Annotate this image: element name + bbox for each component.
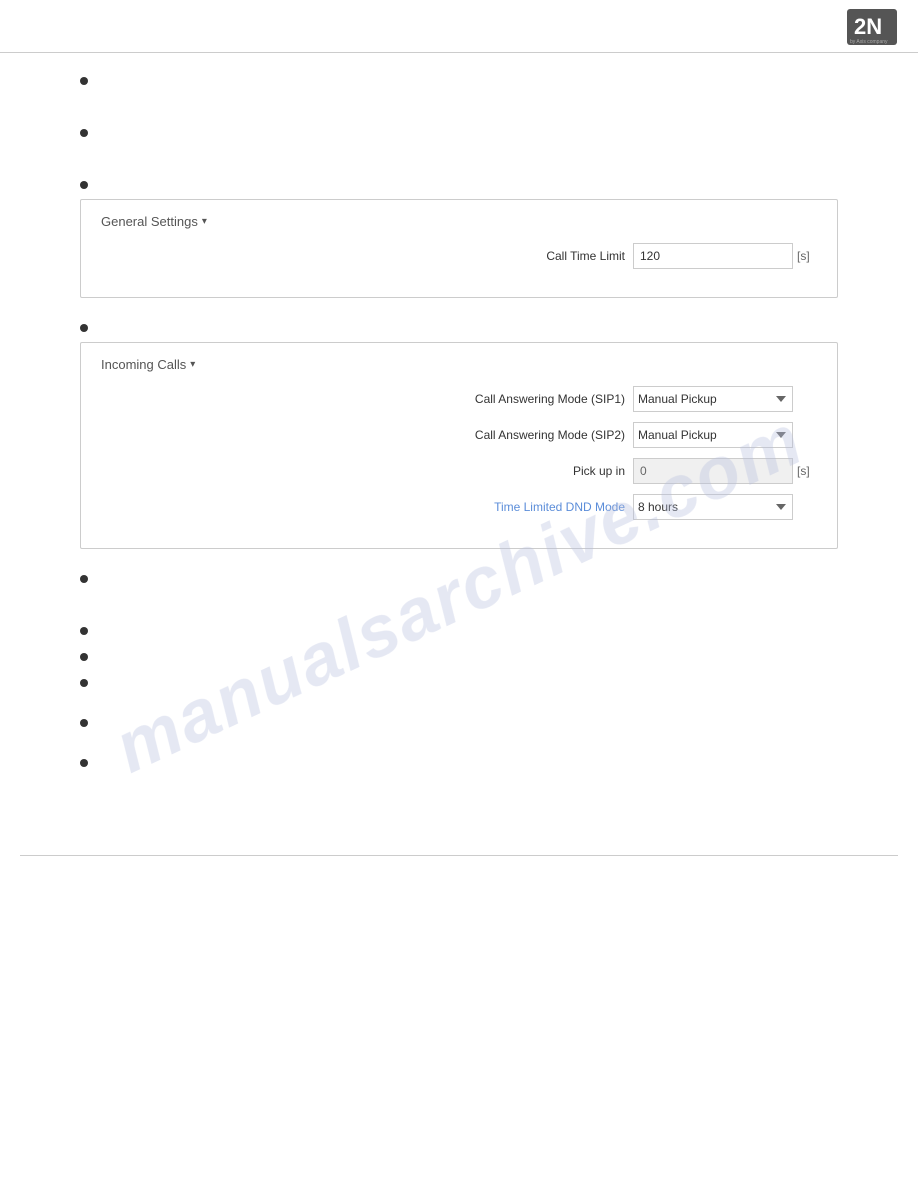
general-settings-title[interactable]: General Settings ▾	[101, 214, 207, 229]
general-settings-arrow: ▾	[202, 216, 207, 227]
call-time-limit-input[interactable]	[633, 243, 793, 269]
bullet-bottom-5	[80, 715, 838, 727]
incoming-calls-box: Incoming Calls ▾ Call Answering Mode (SI…	[80, 342, 838, 549]
svg-text:2N: 2N	[854, 14, 882, 39]
dnd-mode-row: Time Limited DND Mode 8 hours 1 hour 2 h…	[101, 494, 817, 520]
bullet-bottom-6	[80, 755, 838, 767]
bullet-dot-b5	[80, 719, 88, 727]
call-answering-sip2-row: Call Answering Mode (SIP2) Manual Pickup…	[101, 422, 817, 448]
bullet-dot-3	[80, 181, 88, 189]
call-answering-sip1-label: Call Answering Mode (SIP1)	[425, 392, 625, 406]
bullet-dot-b2	[80, 627, 88, 635]
pickup-in-unit: [s]	[797, 464, 817, 478]
call-answering-sip2-label: Call Answering Mode (SIP2)	[425, 428, 625, 442]
incoming-calls-label: Incoming Calls	[101, 357, 186, 372]
bullet-dot-2	[80, 129, 88, 137]
pickup-in-row: Pick up in [s]	[101, 458, 817, 484]
call-answering-sip1-row: Call Answering Mode (SIP1) Manual Pickup…	[101, 386, 817, 412]
bullet-bottom-4	[80, 675, 838, 687]
bullet-item-2	[80, 125, 838, 137]
bullet-dot-middle	[80, 324, 88, 332]
call-time-limit-label: Call Time Limit	[425, 249, 625, 263]
bullet-bottom-3	[80, 649, 838, 661]
bullet-dot-b4	[80, 679, 88, 687]
top-bar: 2N by Axis company	[0, 0, 918, 53]
call-answering-sip2-select[interactable]: Manual Pickup Auto Pickup Disabled	[633, 422, 793, 448]
bullet-item-1	[80, 73, 838, 85]
bullet-dot-b3	[80, 653, 88, 661]
dnd-mode-select[interactable]: 8 hours 1 hour 2 hours 4 hours 24 hours	[633, 494, 793, 520]
bullet-dot-b1	[80, 575, 88, 583]
general-settings-box: General Settings ▾ Call Time Limit [s]	[80, 199, 838, 298]
main-content: General Settings ▾ Call Time Limit [s] I…	[0, 53, 918, 825]
bullet-dot-b6	[80, 759, 88, 767]
pickup-in-label: Pick up in	[425, 464, 625, 478]
bullet-bottom-2	[80, 623, 838, 635]
incoming-calls-arrow: ▾	[190, 359, 195, 370]
logo-2n-icon: 2N by Axis company	[846, 8, 898, 46]
call-time-limit-row: Call Time Limit [s]	[101, 243, 817, 269]
bullet-item-3	[80, 177, 838, 189]
svg-text:by Axis company: by Axis company	[850, 39, 888, 45]
bottom-divider	[20, 855, 898, 856]
pickup-in-input[interactable]	[633, 458, 793, 484]
general-settings-label: General Settings	[101, 214, 198, 229]
bullet-dot-1	[80, 77, 88, 85]
bullet-item-middle	[80, 320, 838, 332]
incoming-calls-title[interactable]: Incoming Calls ▾	[101, 357, 195, 372]
dnd-mode-label: Time Limited DND Mode	[425, 500, 625, 514]
bullet-bottom-1	[80, 571, 838, 583]
call-answering-sip1-select[interactable]: Manual Pickup Auto Pickup Disabled	[633, 386, 793, 412]
call-time-limit-unit: [s]	[797, 249, 817, 263]
